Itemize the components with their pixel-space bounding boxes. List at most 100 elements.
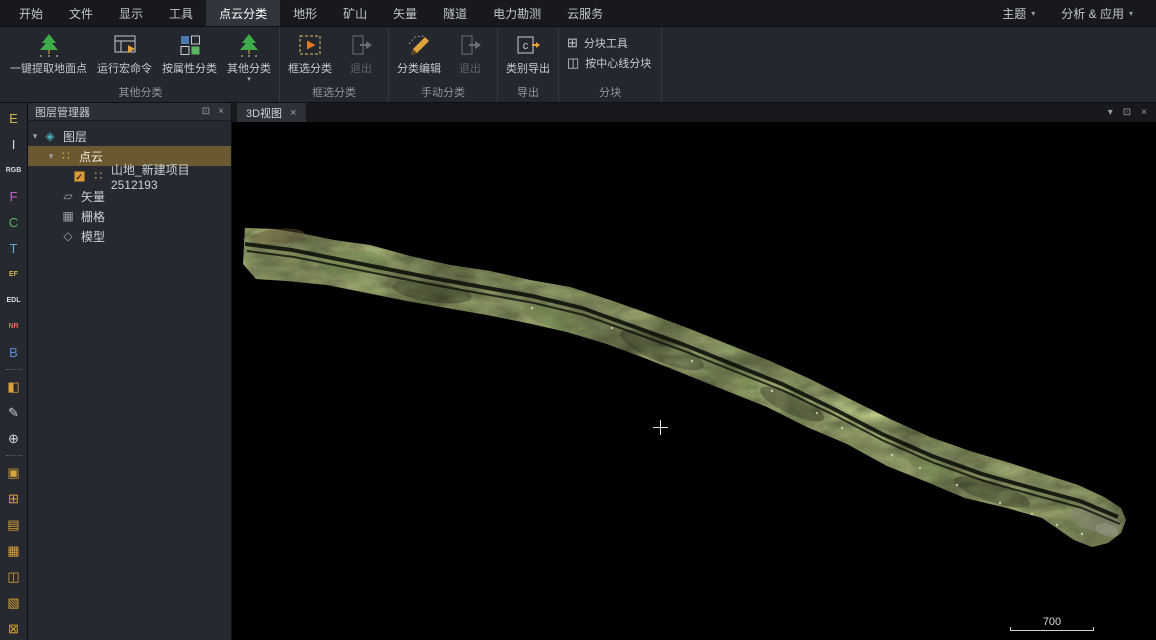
menu-item-start[interactable]: 开始	[6, 0, 56, 26]
menu-item-display[interactable]: 显示	[106, 0, 156, 26]
menu-right: 主题 ▾ 分析 & 应用 ▾	[989, 0, 1156, 26]
block-tool-button[interactable]: ⊞ 分块工具	[567, 35, 628, 51]
menu-item-vector[interactable]: 矢量	[380, 0, 430, 26]
scale-bar-label: 700	[1010, 616, 1094, 628]
menu-item-cloud-service[interactable]: 云服务	[554, 0, 616, 26]
box-select-classify-button[interactable]: 框选分类	[283, 30, 337, 78]
menu-item-tunnel[interactable]: 隧道	[430, 0, 480, 26]
block-tool-label: 分块工具	[584, 35, 628, 51]
close-panel-icon[interactable]: ×	[218, 106, 224, 117]
layer-panel-header: 图层管理器 ⊡ ×	[28, 103, 231, 121]
classification-display-icon[interactable]: C	[3, 212, 25, 233]
centerline-block-label: 按中心线分块	[585, 55, 651, 71]
tree-label-pointcloud: 点云	[79, 148, 103, 165]
application-window: 开始 文件 显示 工具 点云分类 地形 矿山 矢量 隧道 电力勘测 云服务 主题…	[0, 0, 1156, 640]
ground-tree-icon	[36, 32, 62, 58]
float-panel-icon[interactable]: ⊡	[202, 106, 210, 117]
toolbar-divider	[6, 455, 22, 456]
tin-display-icon[interactable]: T	[3, 238, 25, 259]
ribbon-group-other-classify: 一键提取地面点 运行宏命令 按属性分类	[2, 27, 280, 102]
menu-item-pointcloud-classify[interactable]: 点云分类	[206, 0, 280, 26]
tree-label-vector: 矢量	[81, 188, 105, 205]
profile-tool-4-icon[interactable]: ▦	[3, 540, 25, 561]
vector-icon: ▱	[60, 189, 76, 203]
layer-visibility-checkbox[interactable]: ✓	[74, 171, 85, 182]
chevron-down-icon: ▾	[1031, 9, 1035, 18]
tab-list-caret-icon[interactable]: ▾	[1108, 107, 1113, 118]
box-select-exit-button: 退出	[337, 30, 385, 78]
ribbon-toolbar: 一键提取地面点 运行宏命令 按属性分类	[0, 27, 1156, 103]
centerline-block-icon: ◫	[567, 56, 579, 70]
tree-row-pointcloud-layer[interactable]: ✓ ∷ 山地_新建项目2512193	[28, 166, 231, 186]
class-export-icon: c	[515, 32, 541, 58]
layers-icon: ◈	[42, 129, 58, 143]
raster-icon: ▦	[60, 209, 76, 223]
profile-tool-6-icon[interactable]: ▧	[3, 592, 25, 613]
viewport-window-controls: ▾ ⊡ ×	[1099, 103, 1156, 122]
tree-label-pointcloud-layer: 山地_新建项目2512193	[111, 161, 231, 192]
run-macro-button[interactable]: 运行宏命令	[92, 30, 157, 78]
profile-tool-3-icon[interactable]: ▤	[3, 514, 25, 535]
analysis-app-menu[interactable]: 分析 & 应用 ▾	[1048, 5, 1146, 22]
edl-display-icon[interactable]: EDL	[3, 290, 25, 311]
classify-by-attribute-button[interactable]: 按属性分类	[157, 30, 222, 78]
pointcloud-icon: ∷	[91, 169, 106, 183]
paint-bucket-icon[interactable]: ◧	[3, 376, 25, 397]
tree-row-raster[interactable]: ▦ 栅格	[28, 206, 231, 226]
float-view-icon[interactable]: ⊡	[1123, 107, 1131, 118]
ribbon-group-label: 手动分类	[389, 85, 497, 102]
attribute-grid-icon	[177, 32, 203, 58]
blend-display-icon[interactable]: EF	[3, 264, 25, 285]
ribbon-group-label: 框选分类	[280, 85, 388, 102]
layer-tree: ▾ ◈ 图层 ▾ ∷ 点云 ✓ ∷ 山地_新建项目2512193 ▱ 矢量	[28, 121, 231, 246]
expander-icon[interactable]: ▾	[44, 151, 58, 162]
menu-item-power-survey[interactable]: 电力勘测	[480, 0, 554, 26]
background-display-icon[interactable]: B	[3, 342, 25, 363]
block-grid-icon: ⊞	[567, 36, 578, 50]
intensity-display-icon[interactable]: I	[3, 134, 25, 155]
display-toolbar: E I RGB F C T EF EDL NR B ◧ ✎ ⊕ ▣ ⊞ ▤ ▦ …	[0, 103, 28, 640]
viewport-tabbar: 3D视图 × ▾ ⊡ ×	[232, 103, 1156, 122]
menu-item-terrain[interactable]: 地形	[280, 0, 330, 26]
box-select-icon	[297, 32, 323, 58]
edit-pencil-icon	[406, 32, 432, 58]
pan-tool-icon[interactable]: ⊕	[3, 428, 25, 449]
profile-tool-5-icon[interactable]: ◫	[3, 566, 25, 587]
theme-menu[interactable]: 主题 ▾	[989, 5, 1048, 22]
profile-tool-1-icon[interactable]: ▣	[3, 462, 25, 483]
elevation-display-icon[interactable]: E	[3, 108, 25, 129]
layer-manager-panel: 图层管理器 ⊡ × ▾ ◈ 图层 ▾ ∷ 点云 ✓ ∷ 山地_新建项目	[28, 103, 232, 640]
menu-item-tools[interactable]: 工具	[156, 0, 206, 26]
profile-tool-7-icon[interactable]: ⊠	[3, 618, 25, 639]
other-classify-dropdown-button[interactable]: 其他分类 ▾	[222, 30, 276, 85]
scale-bar-line	[1010, 630, 1094, 631]
classify-edit-button[interactable]: 分类编辑	[392, 30, 446, 78]
model-icon: ◇	[60, 229, 76, 243]
tab-3d-view-label: 3D视图	[246, 105, 282, 121]
svg-text:c: c	[523, 40, 529, 52]
extract-ground-points-button[interactable]: 一键提取地面点	[5, 30, 92, 78]
menu-item-mining[interactable]: 矿山	[330, 0, 380, 26]
chevron-down-icon: ▾	[1129, 9, 1133, 18]
profile-tool-2-icon[interactable]: ⊞	[3, 488, 25, 509]
ribbon-group-block: ⊞ 分块工具 ◫ 按中心线分块 分块	[559, 27, 662, 102]
other-classify-tree-icon	[236, 32, 262, 58]
menu-item-file[interactable]: 文件	[56, 0, 106, 26]
macro-command-icon	[112, 32, 138, 58]
class-export-button[interactable]: c 类别导出	[501, 30, 555, 78]
pick-tool-icon[interactable]: ✎	[3, 402, 25, 423]
3d-canvas[interactable]: 700	[232, 122, 1156, 640]
ribbon-group-label: 导出	[498, 85, 558, 102]
close-view-icon[interactable]: ×	[1141, 107, 1147, 118]
tree-row-layers[interactable]: ▾ ◈ 图层	[28, 126, 231, 146]
close-tab-icon[interactable]: ×	[290, 107, 296, 119]
centerline-block-button[interactable]: ◫ 按中心线分块	[567, 55, 651, 71]
rgb-display-icon[interactable]: RGB	[3, 160, 25, 181]
normal-display-icon[interactable]: NR	[3, 316, 25, 337]
tab-3d-view[interactable]: 3D视图 ×	[237, 103, 306, 122]
expander-icon[interactable]: ▾	[28, 131, 42, 142]
feature-display-icon[interactable]: F	[3, 186, 25, 207]
tree-row-model[interactable]: ◇ 模型	[28, 226, 231, 246]
viewport-area: 3D视图 × ▾ ⊡ ×	[232, 103, 1156, 640]
ribbon-group-label: 分块	[559, 85, 661, 102]
